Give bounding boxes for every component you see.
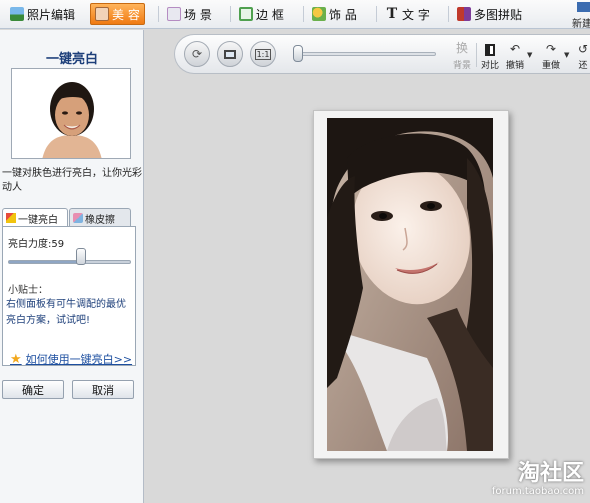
toolbar-divider xyxy=(476,43,477,67)
nav-photo-edit[interactable]: 照片编辑 xyxy=(6,3,79,25)
nav-text[interactable]: T 文 字 xyxy=(381,3,434,25)
photo-frame xyxy=(313,110,509,459)
redo-icon: ↷ xyxy=(545,42,557,56)
intensity-slider-fill xyxy=(9,261,81,263)
panel-title: 一键亮白 xyxy=(45,52,98,67)
tips-body: 右侧面板有可牛调配的最优亮白方案，试试吧! xyxy=(6,299,126,326)
tips-title: 小贴士： xyxy=(8,285,48,296)
watermark-logo: 淘社区 xyxy=(517,461,584,486)
intensity-slider-thumb[interactable] xyxy=(75,248,86,265)
tab-panel: 亮白力度:59 小贴士： 右侧面板有可牛调配的最优亮白方案，试试吧! xyxy=(2,226,136,366)
new-icon xyxy=(577,2,590,12)
ornament-icon xyxy=(312,7,326,21)
monitor-icon xyxy=(224,49,236,59)
star-icon: ★ xyxy=(10,351,22,367)
face-icon xyxy=(95,7,109,21)
fit-screen-button[interactable] xyxy=(217,41,243,67)
watermark: 淘社区 forum.taobao.com xyxy=(472,455,584,497)
restore-button[interactable]: ↺ 还 xyxy=(575,39,590,71)
landscape-icon xyxy=(10,7,24,21)
swap-background-button[interactable]: 换 背景 xyxy=(451,39,473,71)
compare-icon xyxy=(485,44,495,56)
help-link[interactable]: ★ 如何使用一键亮白>> xyxy=(10,351,132,367)
undo-icon: ↶ xyxy=(509,42,521,56)
tool-tabs: 一键亮白 橡皮擦 xyxy=(2,208,136,227)
intensity-label: 亮白力度:59 xyxy=(8,239,65,250)
undo-button[interactable]: ↶ 撤销 xyxy=(504,39,526,71)
redo-dropdown-icon[interactable]: ▼ xyxy=(564,51,569,59)
rotate-icon: ⟳ xyxy=(191,47,203,61)
nav-frame[interactable]: 边 框 xyxy=(235,3,288,25)
new-button[interactable]: 新建 xyxy=(572,0,590,29)
collage-icon xyxy=(457,7,471,21)
intensity-slider-track[interactable] xyxy=(8,260,131,264)
compare-button[interactable]: 对比 xyxy=(478,39,502,71)
magic-wand-icon xyxy=(6,213,16,223)
text-icon: T xyxy=(386,6,398,22)
preview-image xyxy=(11,68,131,159)
nav-beauty[interactable]: 美 容 xyxy=(90,3,145,25)
tab-eraser[interactable]: 橡皮擦 xyxy=(69,208,131,227)
nav-scene[interactable]: 场 景 xyxy=(163,3,216,25)
watermark-url: forum.taobao.com xyxy=(491,486,584,497)
rotate-button[interactable]: ⟳ xyxy=(184,41,210,67)
frame-icon xyxy=(239,7,253,21)
nav-divider xyxy=(158,6,159,22)
nav-divider xyxy=(303,6,304,22)
restore-icon: ↺ xyxy=(577,42,589,56)
nav-ornament[interactable]: 饰 品 xyxy=(308,3,361,25)
swap-icon: 换 xyxy=(455,41,468,55)
scene-icon xyxy=(167,7,181,21)
nav-divider xyxy=(448,6,449,22)
eraser-icon xyxy=(73,213,83,223)
tab-one-click-whiten[interactable]: 一键亮白 xyxy=(2,208,68,227)
left-panel: 一键亮白 一键对肤色进行亮白，让你光彩动人 一键亮白 橡皮擦 亮白力度:59 小… xyxy=(0,30,144,503)
nav-divider xyxy=(376,6,377,22)
nav-collage[interactable]: 多图拼贴 xyxy=(453,3,526,25)
ok-button[interactable]: 确定 xyxy=(2,380,64,399)
panel-description: 一键对肤色进行亮白，让你光彩动人 xyxy=(2,168,142,193)
actual-size-button[interactable]: 1:1 xyxy=(250,41,276,67)
top-nav: 照片编辑 美 容 场 景 边 框 饰 品 T 文 字 多图拼贴 新建 xyxy=(0,0,590,29)
nav-divider xyxy=(230,6,231,22)
canvas-toolbar: ⟳ 1:1 换 背景 对比 ↶ 撤销 ▼ ↷ 重做 ▼ ↺ 还 xyxy=(174,34,590,74)
one-to-one-icon: 1:1 xyxy=(254,48,272,60)
edited-photo[interactable] xyxy=(327,118,493,451)
zoom-slider-thumb[interactable] xyxy=(293,45,303,62)
zoom-slider-track[interactable] xyxy=(294,52,436,56)
cancel-button[interactable]: 取消 xyxy=(72,380,134,399)
redo-button[interactable]: ↷ 重做 xyxy=(540,39,562,71)
undo-dropdown-icon[interactable]: ▼ xyxy=(527,51,532,59)
